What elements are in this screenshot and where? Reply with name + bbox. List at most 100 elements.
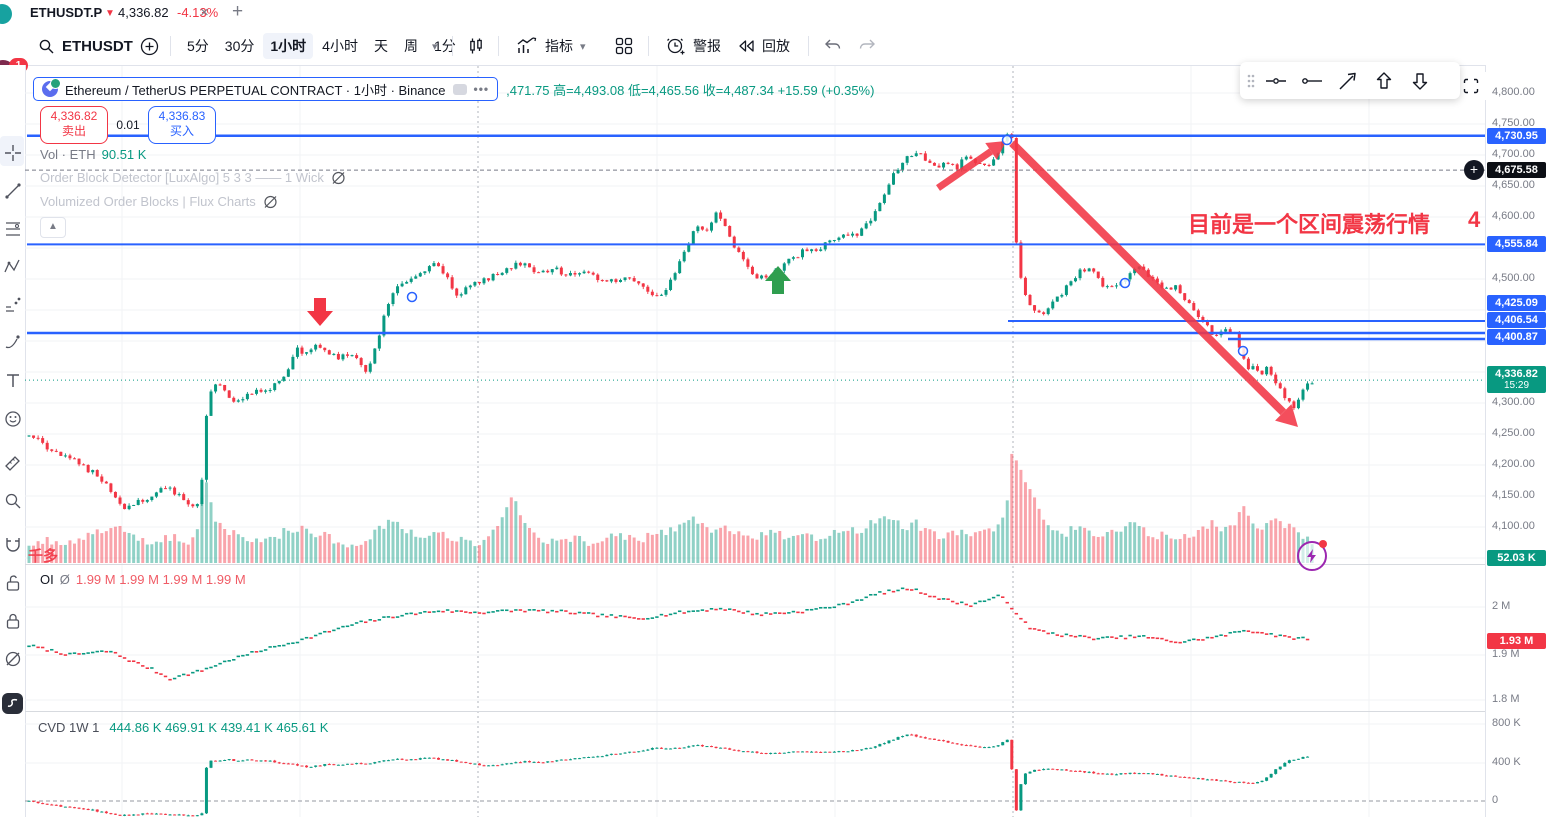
indicators-icon <box>517 37 537 53</box>
maximize-icon <box>1463 78 1479 94</box>
interval-dropdown-chevron-icon[interactable]: ▾ <box>432 34 438 58</box>
axis-add-alert-button[interactable]: + <box>1464 160 1484 180</box>
eye-crossed-icon[interactable] <box>330 171 347 185</box>
arrow-up-marker-tool-button[interactable] <box>1366 65 1402 97</box>
tool-zoom-icon[interactable] <box>3 491 23 511</box>
price-down-triangle-icon: ▼ <box>105 8 115 19</box>
chart-watermark-text: 千多 <box>28 548 59 565</box>
tab-change: -4.13% <box>177 5 219 20</box>
candles-icon <box>470 38 482 54</box>
symbol-legend-row: Ethereum / TetherUS PERPETUAL CONTRACT ·… <box>33 77 874 101</box>
drawing-anchor <box>1119 277 1131 289</box>
axis-badge-473095: 4,730.95 <box>1487 127 1546 144</box>
interval-button-1[interactable]: 30分 <box>218 33 262 59</box>
cvd-tick: 400 K <box>1492 756 1521 768</box>
legend-collapse-button[interactable]: ▲ <box>40 217 66 238</box>
undo-button[interactable] <box>822 34 842 58</box>
indicators-label: 指标 <box>545 38 573 54</box>
undo-icon <box>825 39 841 49</box>
layout-button[interactable] <box>614 34 634 58</box>
price-tick: 4,600.00 <box>1492 210 1535 222</box>
tool-crosshair-icon[interactable] <box>3 143 23 163</box>
interval-button-2[interactable]: 1小时 <box>263 33 314 59</box>
tab-close-icon[interactable]: × <box>200 4 209 21</box>
axis-badge-5203K: 52.03 K <box>1487 549 1546 566</box>
toolbar-separator <box>808 36 809 56</box>
arrow-tool-button[interactable] <box>1330 65 1366 97</box>
tool-text-icon[interactable] <box>3 371 23 391</box>
legend-eye-icon[interactable] <box>452 83 467 95</box>
compare-add-button[interactable] <box>140 34 159 58</box>
price-tick: 4,300.00 <box>1492 396 1535 408</box>
symbol-search-button[interactable]: ETHUSDT <box>38 34 133 58</box>
interval-button-5[interactable]: 周 <box>397 33 425 59</box>
tool-trendline-icon[interactable] <box>3 181 23 201</box>
tool-more-dark-button[interactable] <box>2 693 23 714</box>
plus-circle-icon <box>140 37 159 55</box>
annotation-text[interactable]: 目前是一个区间震荡行情 <box>1188 207 1430 239</box>
lightning-bolt-icon <box>1307 549 1316 563</box>
alert-clock-icon <box>667 38 685 55</box>
tab-symbol[interactable]: ETHUSDT.P <box>30 5 102 20</box>
drag-handle-icon[interactable] <box>1244 71 1258 91</box>
tool-lock-icon[interactable] <box>3 611 23 631</box>
replay-button[interactable]: 回放 <box>736 34 790 58</box>
axis-badge-433682: 4,336.82 15:29 <box>1487 366 1546 393</box>
tool-magnet-icon[interactable] <box>3 535 23 555</box>
tool-measure-icon[interactable] <box>3 453 23 473</box>
new-tab-button[interactable]: + <box>232 1 243 23</box>
price-tick: 4,200.00 <box>1492 458 1535 470</box>
layout-grid-icon <box>615 37 633 55</box>
quick-trade-lightning-button[interactable] <box>1297 540 1327 571</box>
legend-more-icon[interactable]: ••• <box>474 82 490 96</box>
pane-separator[interactable] <box>25 711 1548 712</box>
price-tick: 4,800.00 <box>1492 86 1535 98</box>
open-interest-legend[interactable]: OI Ø 1.99 M 1.99 M 1.99 M 1.99 M <box>40 572 246 587</box>
toolbar-separator <box>452 36 453 56</box>
tab-price: 4,336.82 <box>118 5 169 20</box>
axis-badge-193M: 1.93 M <box>1487 632 1546 649</box>
tool-brush-icon[interactable] <box>3 333 23 353</box>
sell-button[interactable]: 4,336.82 卖出 <box>40 106 108 144</box>
replay-label: 回放 <box>762 38 790 54</box>
maximize-pane-button[interactable] <box>1456 72 1486 100</box>
interval-button-4[interactable]: 天 <box>367 33 395 59</box>
tool-emoji-icon[interactable] <box>3 409 23 429</box>
annotation-text-clipped[interactable]: 4 <box>1468 207 1480 233</box>
tool-forecast-icon[interactable] <box>3 295 23 315</box>
axis-badge-467558: 4,675.58 <box>1487 161 1546 178</box>
chart-toolbar: 1 ETHUSDT 5分30分1小时4小时天周1分 ▾ 指标 ▾ 警报 <box>0 27 1548 86</box>
tool-pattern-icon[interactable] <box>3 257 23 277</box>
interval-button-3[interactable]: 4小时 <box>315 33 365 59</box>
redo-button[interactable] <box>858 34 878 58</box>
countdown: 15:29 <box>1503 380 1530 391</box>
browser-tab-bar: ETHUSDT.P ▼ 4,336.82 -4.13% × + <box>0 0 1548 28</box>
toolbar-separator <box>498 36 499 56</box>
oi-tick: 1.9 M <box>1492 648 1520 660</box>
indicators-button[interactable]: 指标 ▾ <box>516 34 586 58</box>
chart-style-button[interactable] <box>466 34 486 58</box>
price-tick: 4,150.00 <box>1492 489 1535 501</box>
volume-legend[interactable]: Vol · ETH 90.51 K <box>40 147 146 162</box>
buy-button[interactable]: 4,336.83 买入 <box>148 106 216 144</box>
axis-badge-440654: 4,406.54 <box>1487 311 1546 328</box>
horizontal-line-tool-button[interactable] <box>1258 65 1294 97</box>
eye-crossed-icon[interactable] <box>262 195 279 209</box>
toolbar-separator <box>648 36 649 56</box>
symbol-legend[interactable]: Ethereum / TetherUS PERPETUAL CONTRACT ·… <box>33 77 499 101</box>
indicator-legend-volumized[interactable]: Volumized Order Blocks | Flux Charts <box>40 194 279 209</box>
tool-hide-drawings-icon[interactable] <box>3 649 23 669</box>
tool-fib-icon[interactable] <box>3 219 23 239</box>
arrow-down-marker-tool-button[interactable] <box>1402 65 1438 97</box>
interval-button-0[interactable]: 5分 <box>180 33 216 59</box>
eth-pair-logo-icon <box>42 78 61 97</box>
cvd-tick: 0 <box>1492 794 1499 806</box>
axis-badge-440087: 4,400.87 <box>1487 328 1546 345</box>
price-axis[interactable]: 4,800.00 4,750.00 4,700.00 4,650.00 4,600.00… <box>1485 65 1548 817</box>
tool-unlock-icon[interactable] <box>3 573 23 593</box>
cvd-legend[interactable]: CVD 1W 1 444.86 K 469.91 K 439.41 K 465.6… <box>38 720 328 735</box>
drawing-anchor <box>1001 134 1013 146</box>
indicator-legend-orderblock[interactable]: Order Block Detector [LuxAlgo] 5 3 3 —— … <box>40 170 347 185</box>
alert-button[interactable]: 警报 <box>664 34 721 58</box>
horizontal-ray-tool-button[interactable] <box>1294 65 1330 97</box>
